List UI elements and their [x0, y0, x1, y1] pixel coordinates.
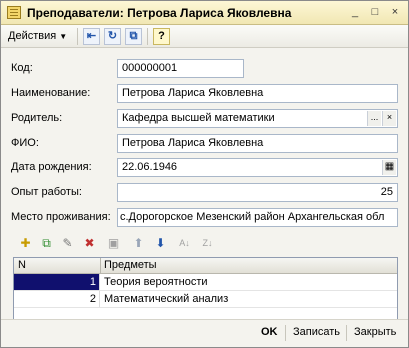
row-number: 2 — [14, 291, 100, 307]
residence-label: Место проживания: — [11, 211, 111, 223]
experience-value: 25 — [380, 186, 393, 198]
parent-field[interactable]: Кафедра высшей математики ... × — [117, 109, 398, 128]
experience-field[interactable]: 25 — [117, 183, 398, 202]
residence-value: с.Дорогорское Мезенский район Архангельс… — [120, 211, 385, 223]
end-edit-icon[interactable]: ▣ — [105, 235, 122, 252]
ok-button[interactable]: OK — [261, 326, 278, 338]
move-up-icon[interactable]: ⬆ — [130, 235, 147, 252]
parent-label: Родитель: — [11, 112, 63, 124]
fio-field[interactable]: Петрова Лариса Яковлевна — [117, 134, 398, 153]
window-title: Преподаватели: Петрова Лариса Яковлевна — [27, 6, 292, 20]
fio-value: Петрова Лариса Яковлевна — [122, 137, 264, 149]
code-label: Код: — [11, 62, 33, 74]
maximize-button[interactable]: □ — [367, 5, 383, 21]
column-header-n[interactable]: N — [18, 259, 26, 271]
footer-separator — [285, 325, 286, 341]
move-down-icon[interactable]: ⬇ — [152, 235, 169, 252]
code-value: 000000001 — [122, 62, 178, 74]
experience-label: Опыт работы: — [11, 186, 82, 198]
birthdate-label: Дата рождения: — [11, 161, 92, 173]
actions-menu[interactable]: Действия ▼ — [5, 28, 70, 45]
row-subject: Теория вероятности — [104, 276, 208, 288]
delete-row-icon[interactable]: ✖ — [81, 235, 98, 252]
add-row-icon[interactable]: ✚ — [17, 235, 34, 252]
column-header-subjects[interactable]: Предметы — [104, 259, 157, 271]
actions-label: Действия — [8, 30, 57, 42]
title-bar[interactable]: Преподаватели: Петрова Лариса Яковлевна … — [1, 1, 408, 25]
sort-desc-icon[interactable]: Z↓ — [199, 235, 216, 252]
save-button[interactable]: Записать — [293, 326, 340, 338]
code-field[interactable]: 000000001 — [117, 59, 244, 78]
help-icon[interactable]: ? — [153, 28, 170, 45]
close-button[interactable]: Закрыть — [354, 326, 396, 338]
row-subject: Математический анализ — [104, 293, 229, 305]
column-separator — [100, 258, 101, 274]
name-label: Наименование: — [11, 87, 91, 99]
birthdate-value: 22.06.1946 — [122, 161, 178, 173]
residence-field[interactable]: с.Дорогорское Мезенский район Архангельс… — [117, 208, 398, 227]
select-button[interactable]: ... — [367, 111, 381, 126]
refresh-icon[interactable]: ↻ — [104, 28, 121, 45]
clear-icon[interactable]: × — [382, 111, 396, 126]
fio-label: ФИО: — [11, 137, 39, 149]
copy-icon[interactable]: ⧉ — [125, 28, 142, 45]
row-number: 1 — [14, 274, 100, 290]
parent-value: Кафедра высшей математики — [122, 112, 275, 124]
table-row[interactable]: 2 Математический анализ — [14, 291, 397, 308]
minimize-button[interactable]: _ — [347, 5, 363, 21]
toolbar-separator — [147, 28, 148, 45]
arrow-left-icon[interactable]: ⇤ — [83, 28, 100, 45]
footer-separator — [346, 325, 347, 341]
chevron-down-icon: ▼ — [59, 32, 68, 41]
toolbar-separator — [77, 28, 78, 45]
calendar-icon[interactable]: ▦ — [382, 160, 396, 175]
table-row[interactable]: 1 Теория вероятности — [14, 274, 397, 291]
form-window: Преподаватели: Петрова Лариса Яковлевна … — [0, 0, 409, 348]
name-value: Петрова Лариса Яковлевна — [122, 87, 264, 99]
form-footer: OK Записать Закрыть — [1, 319, 408, 347]
close-window-button[interactable]: × — [387, 5, 403, 21]
subjects-table: N Предметы 1 Теория вероятности 2 Матема… — [13, 257, 398, 321]
table-header: N Предметы — [14, 258, 397, 274]
copy-row-icon[interactable]: ⧉ — [38, 235, 55, 252]
name-field[interactable]: Петрова Лариса Яковлевна — [117, 84, 398, 103]
form-toolbar: Действия ▼ ⇤ ↻ ⧉ ? — [1, 25, 408, 48]
birthdate-field[interactable]: 22.06.1946 ▦ — [117, 158, 398, 177]
edit-row-icon[interactable]: ✎ — [59, 235, 76, 252]
sort-asc-icon[interactable]: A↓ — [176, 235, 193, 252]
catalog-icon — [7, 6, 21, 19]
